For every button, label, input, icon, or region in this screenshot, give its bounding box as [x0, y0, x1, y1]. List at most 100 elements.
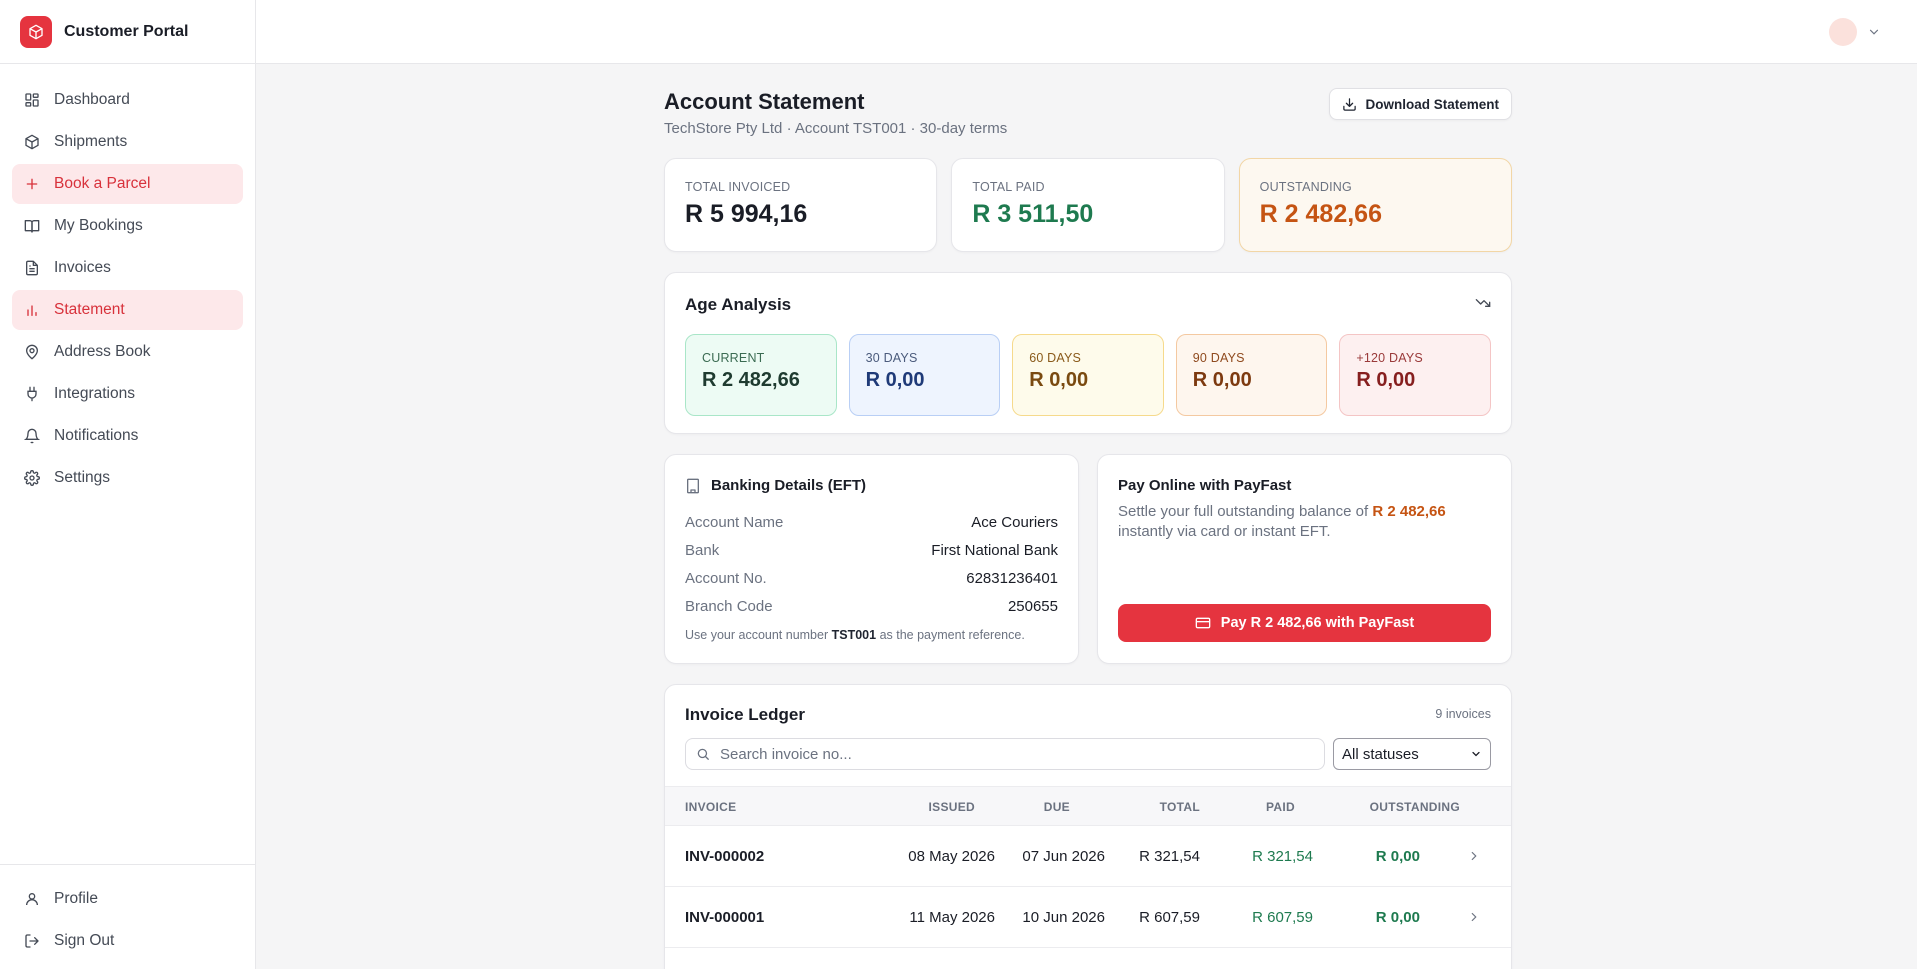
- status-filter-select[interactable]: All statuses: [1333, 738, 1491, 770]
- bucket-value: R 2 482,66: [702, 369, 800, 391]
- column-header-issued[interactable]: ISSUED: [895, 787, 975, 827]
- bank-row-account-name: Account Name Ace Couriers: [685, 508, 1058, 536]
- kpi-row: TOTAL INVOICED R 5 994,16 TOTAL PAID R 3…: [664, 158, 1512, 252]
- trending-down-icon: [1475, 295, 1491, 316]
- pay-with-payfast-button[interactable]: Pay R 2 482,66 with PayFast: [1118, 604, 1491, 642]
- invoice-search-input[interactable]: Search invoice no...: [685, 738, 1325, 770]
- bucket-label: +120 DAYS: [1356, 351, 1423, 365]
- column-header-invoice[interactable]: INVOICE: [685, 787, 736, 827]
- payfast-card: Pay Online with PayFast Settle your full…: [1097, 454, 1512, 664]
- kpi-value: R 3 511,50: [972, 200, 1094, 228]
- sidebar-item-label: Invoices: [54, 259, 111, 276]
- note-suffix: as the payment reference.: [879, 628, 1025, 642]
- sidebar-item-my-bookings[interactable]: My Bookings: [12, 206, 243, 246]
- kpi-total-paid: TOTAL PAID R 3 511,50: [951, 158, 1225, 252]
- paid-amount: R 321,54: [1252, 847, 1313, 865]
- total-amount: R 607,59: [1139, 908, 1200, 926]
- note-reference: TST001: [831, 628, 877, 642]
- chevron-right-icon[interactable]: [1467, 826, 1481, 886]
- bucket-value: R 0,00: [1029, 369, 1089, 391]
- download-icon: [1343, 97, 1357, 111]
- invoice-ledger-card: Invoice Ledger 9 invoices Search invoice…: [664, 684, 1512, 969]
- avatar[interactable]: [1829, 18, 1857, 46]
- sidebar-item-settings[interactable]: Settings: [12, 458, 243, 498]
- cube-logo-icon: [20, 15, 52, 48]
- bank-row-value: 250655: [1007, 597, 1058, 615]
- bell-icon: [24, 428, 40, 444]
- banking-details-title: Banking Details (EFT): [711, 477, 867, 494]
- user-icon: [24, 891, 40, 907]
- download-statement-label: Download Statement: [1365, 96, 1499, 112]
- sidebar-item-label: Profile: [54, 890, 98, 907]
- chevron-right-icon[interactable]: [1467, 887, 1481, 947]
- age-bucket-60-days: 60 DAYS R 0,00: [1012, 334, 1164, 416]
- sidebar-item-invoices[interactable]: Invoices: [12, 248, 243, 288]
- bucket-value: R 0,00: [1192, 369, 1252, 391]
- ledger-table-header: INVOICE ISSUED DUE TOTAL PAID OUTSTANDIN…: [665, 786, 1511, 826]
- sidebar-item-label: Notifications: [54, 427, 139, 444]
- bank-icon: [687, 478, 699, 493]
- age-analysis-card: Age Analysis CURRENT R 2 482,66 30 DAYS …: [664, 272, 1512, 434]
- ledger-header: Invoice Ledger 9 invoices: [665, 685, 1511, 737]
- banking-details-card: Banking Details (EFT) Account Name Ace C…: [664, 454, 1079, 664]
- kpi-outstanding: OUTSTANDING R 2 482,66: [1238, 158, 1512, 252]
- search-icon: [697, 748, 709, 760]
- banking-details-list: Account Name Ace Couriers Bank First Nat…: [685, 508, 1058, 620]
- brand[interactable]: Customer Portal: [0, 0, 255, 64]
- sidebar-item-label: Settings: [54, 469, 111, 486]
- due-date: 10 Jun 2026: [1022, 908, 1105, 926]
- column-header-due[interactable]: DUE: [1000, 787, 1070, 827]
- sidebar-item-sign-out[interactable]: Sign Out: [12, 921, 243, 961]
- sidebar-item-label: Shipments: [54, 133, 128, 150]
- sidebar-item-label: Sign Out: [54, 932, 115, 949]
- chevron-down-icon[interactable]: [1867, 25, 1881, 39]
- sidebar-item-label: My Bookings: [54, 217, 143, 234]
- sidebar-item-profile[interactable]: Profile: [12, 879, 243, 919]
- total-amount: R 321,54: [1139, 847, 1200, 865]
- sidebar-item-book-a-parcel[interactable]: Book a Parcel: [12, 164, 243, 204]
- payment-reference-note: Use your account number TST001 as the pa…: [685, 628, 1058, 642]
- bucket-label: CURRENT: [702, 351, 765, 365]
- issued-date: 11 May 2026: [909, 908, 995, 926]
- table-row[interactable]: INV-000001 11 May 2026 10 Jun 2026 R 607…: [665, 887, 1511, 948]
- search-placeholder: Search invoice no...: [720, 745, 852, 763]
- kpi-label: TOTAL PAID: [972, 180, 1045, 194]
- invoice-number: INV-000001: [685, 908, 765, 926]
- note-prefix: Use your account number: [685, 628, 829, 642]
- sidebar-item-shipments[interactable]: Shipments: [12, 122, 243, 162]
- package-icon: [24, 134, 40, 150]
- age-bucket-30-days: 30 DAYS R 0,00: [848, 334, 1001, 416]
- invoice-count: 9 invoices: [1435, 707, 1491, 721]
- sidebar-item-integrations[interactable]: Integrations: [12, 374, 243, 414]
- sidebar-item-dashboard[interactable]: Dashboard: [12, 80, 243, 120]
- outstanding-amount: R 0,00: [1375, 847, 1420, 865]
- column-header-total[interactable]: TOTAL: [1105, 787, 1200, 827]
- sidebar-item-label: Statement: [54, 301, 125, 318]
- kpi-value: R 5 994,16: [685, 200, 808, 228]
- payfast-amount: R 2 482,66: [1372, 503, 1446, 520]
- table-row[interactable]: INV-000002 08 May 2026 07 Jun 2026 R 321…: [665, 826, 1511, 887]
- sidebar-item-statement[interactable]: Statement: [12, 290, 243, 330]
- column-header-paid[interactable]: PAID: [1215, 787, 1295, 827]
- sidebar-item-label: Integrations: [54, 385, 135, 402]
- bucket-label: 90 DAYS: [1192, 351, 1245, 365]
- payfast-title: Pay Online with PayFast: [1118, 477, 1292, 494]
- status-filter-value: All statuses: [1342, 745, 1419, 763]
- bank-row-key: Account Name: [685, 513, 784, 531]
- bank-row-value: First National Bank: [931, 541, 1058, 559]
- sidebar-item-address-book[interactable]: Address Book: [12, 332, 243, 372]
- bank-row-key: Branch Code: [685, 597, 773, 615]
- download-statement-button[interactable]: Download Statement: [1329, 88, 1512, 120]
- column-header-outstanding[interactable]: OUTSTANDING: [1315, 787, 1460, 827]
- bucket-value: R 0,00: [1356, 369, 1416, 391]
- kpi-label: OUTSTANDING: [1259, 180, 1352, 194]
- page-subtitle: TechStore Pty Ltd · Account TST001 · 30-…: [664, 120, 1008, 137]
- main-content: Account Statement TechStore Pty Ltd · Ac…: [664, 64, 1512, 969]
- bank-row-key: Account No.: [685, 569, 767, 587]
- map-pin-icon: [24, 344, 40, 360]
- sidebar-item-notifications[interactable]: Notifications: [12, 416, 243, 456]
- page-header: Account Statement TechStore Pty Ltd · Ac…: [664, 64, 1512, 158]
- payfast-text-prefix: Settle your full outstanding balance of: [1118, 503, 1369, 520]
- bank-row-value: 62831236401: [966, 569, 1058, 587]
- pay-button-label: Pay R 2 482,66 with PayFast: [1220, 615, 1415, 631]
